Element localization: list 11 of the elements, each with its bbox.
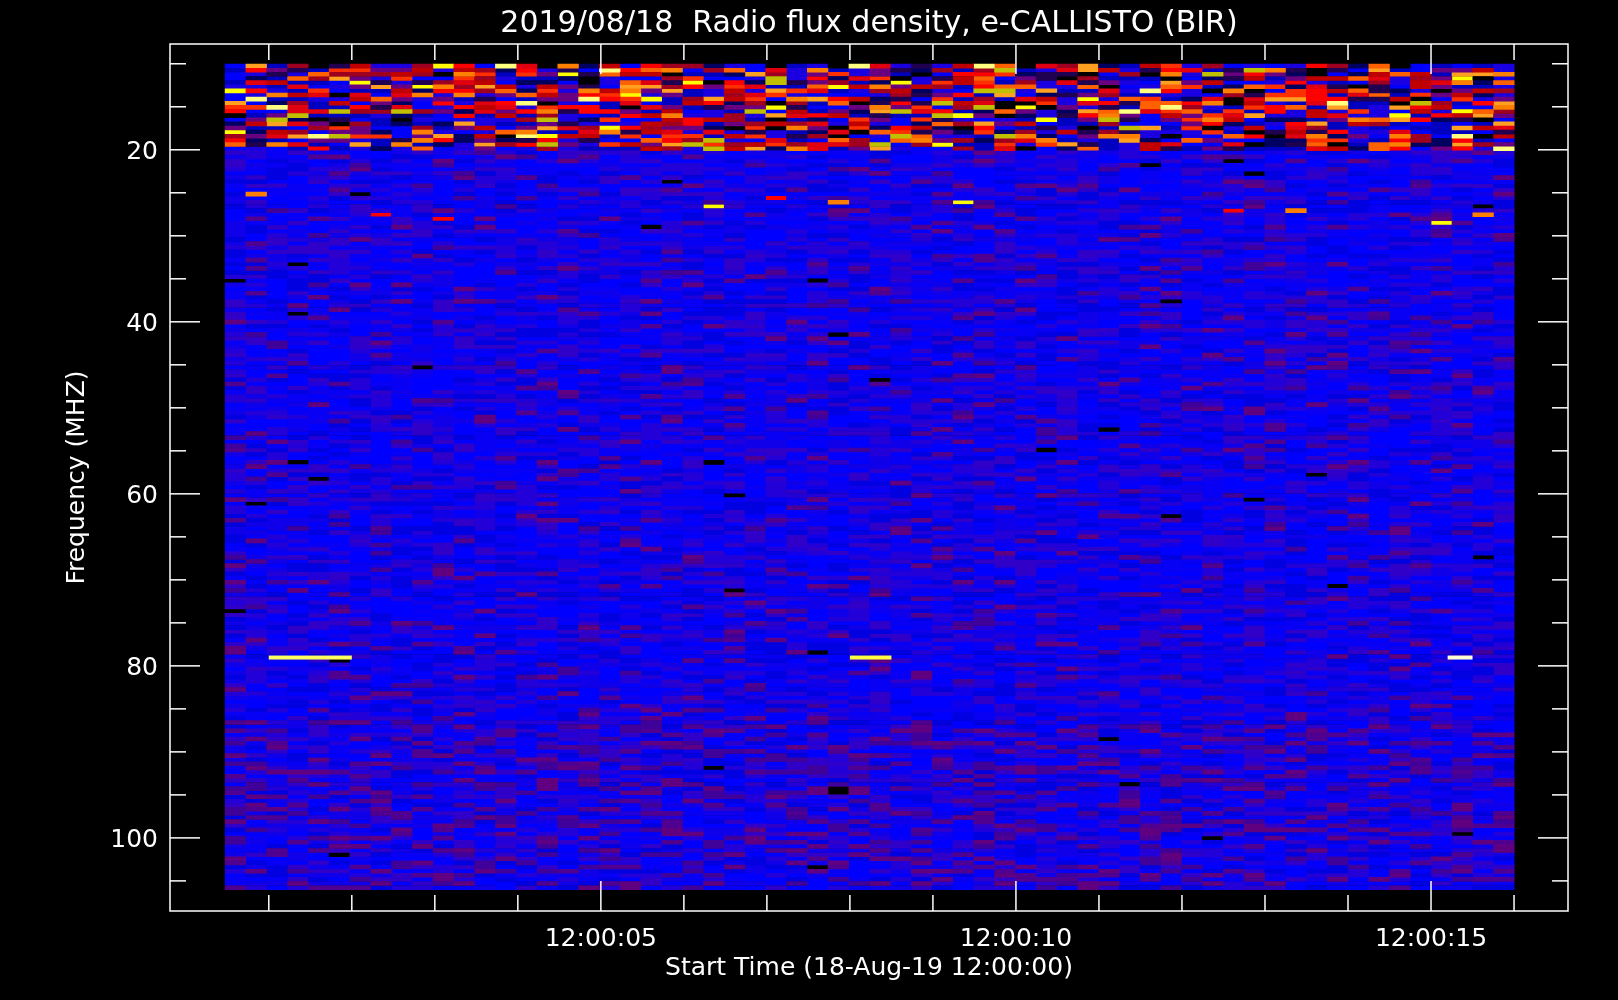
chart-title: 2019/08/18 Radio flux density, e-CALLISTO (BIR) xyxy=(500,4,1238,39)
tick-label: 12:00:10 xyxy=(959,923,1073,952)
tick-label: 80 xyxy=(126,651,158,681)
axis-label: Frequency (MHZ) xyxy=(61,370,90,585)
tick-label: 40 xyxy=(126,307,158,337)
tick-label: 12:00:15 xyxy=(1374,923,1488,952)
tick-label: 12:00:05 xyxy=(544,923,657,952)
axis-label: Start Time (18-Aug-19 12:00:00) xyxy=(665,952,1073,981)
tick-label: 100 xyxy=(110,823,158,853)
tick-label: 20 xyxy=(126,135,158,165)
tick-label: 60 xyxy=(126,479,158,509)
